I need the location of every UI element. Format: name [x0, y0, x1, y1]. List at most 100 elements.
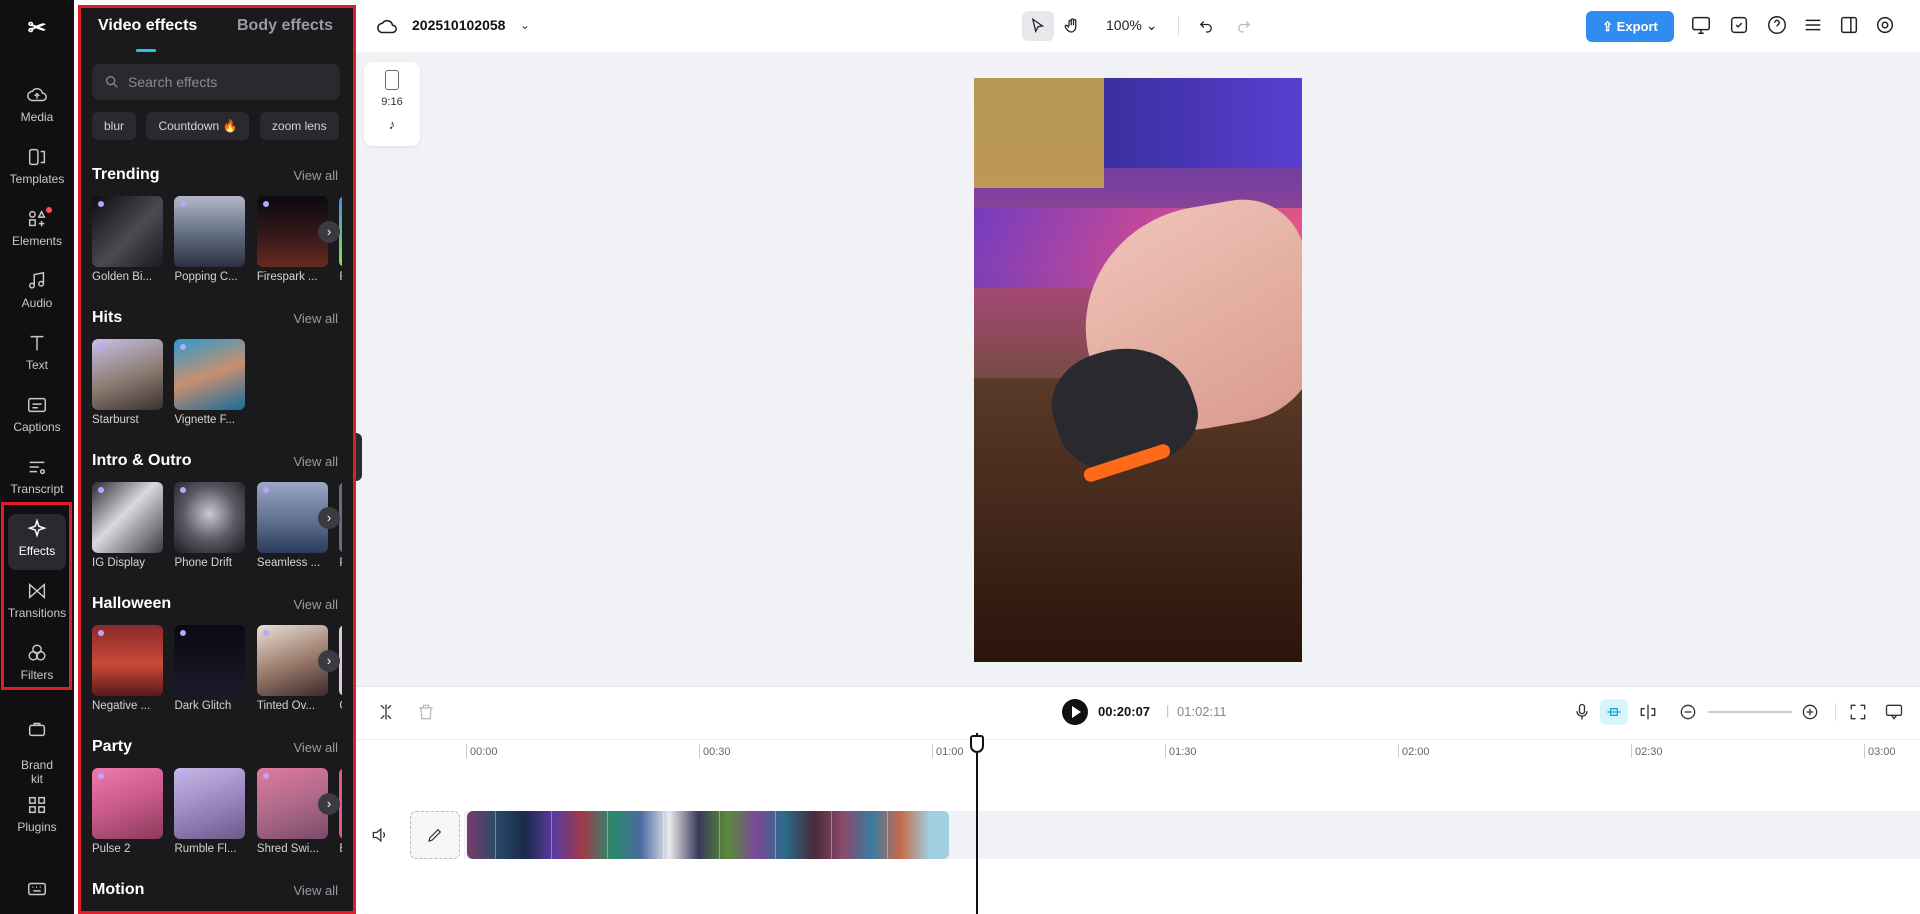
present-icon[interactable] [1690, 14, 1712, 36]
view-all-link[interactable]: View all [293, 454, 338, 469]
section-hits: Hits View all Starburst Vignette F... [92, 307, 354, 439]
grid-icon [26, 794, 48, 816]
zoom-dropdown[interactable]: 100% ⌄ [1106, 17, 1157, 34]
volume-icon[interactable] [370, 825, 390, 845]
rail-item-effects[interactable]: Effects [0, 512, 74, 572]
view-all-link[interactable]: View all [293, 311, 338, 326]
chip-zoom-lens[interactable]: zoom lens [259, 112, 339, 140]
undo-button[interactable] [1190, 11, 1222, 41]
chevron-right-icon[interactable]: › [318, 650, 340, 672]
effect-item[interactable]: Firespark ... [256, 196, 328, 283]
section-title: Trending [92, 166, 160, 183]
effect-item[interactable]: C [339, 625, 342, 712]
effect-item[interactable]: IG Display [92, 482, 163, 569]
effect-item[interactable]: Tinted Ov... [256, 625, 328, 712]
effect-item[interactable]: Golden Bi... [92, 196, 163, 283]
zoom-slider[interactable] [1708, 711, 1792, 713]
effect-item[interactable]: Seamless ... [256, 482, 328, 569]
effect-item[interactable]: Vignette F... [174, 339, 246, 426]
video-clip[interactable] [467, 811, 949, 859]
view-all-link[interactable]: View all [293, 168, 338, 183]
effect-item[interactable]: Starburst [92, 339, 163, 426]
shield-check-icon[interactable] [1728, 14, 1750, 36]
effect-item[interactable]: Be [339, 768, 342, 855]
zoom-out-icon[interactable] [1678, 702, 1698, 722]
ruler-tick: 00:30 [699, 744, 731, 758]
briefcase-icon [26, 718, 48, 740]
time-separator: | [1166, 703, 1170, 718]
help-icon[interactable] [1766, 14, 1788, 36]
playhead-handle[interactable] [970, 735, 984, 753]
effect-item[interactable]: Pulse 2 [92, 768, 163, 855]
ruler-tick: 01:30 [1165, 744, 1197, 758]
capcut-logo[interactable]: ✂ [22, 14, 52, 42]
comment-icon[interactable] [1884, 702, 1904, 722]
redo-button[interactable] [1228, 11, 1260, 41]
panel-collapse-handle[interactable] [354, 433, 362, 481]
cloud-sync-icon[interactable] [376, 16, 398, 38]
rail-item-plugins[interactable]: Plugins [0, 788, 74, 848]
chevron-right-icon[interactable]: › [318, 793, 340, 815]
tab-body-effects[interactable]: Body effects [237, 17, 333, 35]
left-rail: ✂ Media Templates Elements Audio Text Ca… [0, 0, 74, 914]
cloud-upload-icon [26, 84, 48, 106]
hand-tool-button[interactable] [1056, 11, 1088, 41]
playhead[interactable] [976, 733, 978, 914]
rail-item-templates[interactable]: Templates [0, 140, 74, 200]
export-button[interactable]: ⇪ Export [1586, 11, 1674, 42]
effect-item[interactable]: Dark Glitch [174, 625, 246, 712]
section-title: Party [92, 738, 133, 755]
timeline-ruler[interactable]: 00:00 00:30 01:00 01:30 02:00 02:30 03:0… [354, 739, 1920, 767]
effect-item[interactable]: Phone Drift [174, 482, 246, 569]
keyboard-shortcuts-button[interactable] [0, 872, 74, 902]
cover-edit-button[interactable] [410, 811, 460, 859]
settings-gear-icon[interactable] [1874, 14, 1896, 36]
chip-blur[interactable]: blur [92, 112, 137, 140]
effect-item[interactable]: Pl [339, 482, 342, 569]
view-all-link[interactable]: View all [293, 740, 338, 755]
effect-item[interactable]: Fl [339, 196, 342, 283]
effect-item[interactable]: Shred Swi... [256, 768, 328, 855]
effect-item[interactable]: Rumble Fl... [174, 768, 246, 855]
select-tool-button[interactable] [1022, 11, 1054, 41]
keyboard-icon [26, 878, 48, 900]
layout-icon[interactable] [1838, 14, 1860, 36]
rail-item-media[interactable]: Media [0, 78, 74, 138]
rail-item-transcript[interactable]: Transcript [0, 450, 74, 510]
link-split-icon[interactable] [1638, 702, 1658, 722]
trash-icon[interactable] [416, 702, 436, 722]
rail-item-elements[interactable]: Elements [0, 202, 74, 262]
chevron-right-icon[interactable]: › [318, 507, 340, 529]
microphone-icon[interactable] [1572, 702, 1592, 722]
rail-item-text[interactable]: Text [0, 326, 74, 386]
rail-item-captions[interactable]: Captions [0, 388, 74, 448]
search-input[interactable] [128, 64, 328, 100]
magnet-snap-icon[interactable] [1600, 699, 1628, 725]
view-all-link[interactable]: View all [293, 883, 338, 898]
pointer-icon [1031, 17, 1045, 34]
play-button[interactable] [1062, 699, 1088, 725]
rail-item-filters[interactable]: Filters [0, 636, 74, 696]
rail-item-audio[interactable]: Audio [0, 264, 74, 324]
layers-icon[interactable] [1802, 14, 1824, 36]
rail-item-transitions[interactable]: Transitions [0, 574, 74, 634]
chevron-down-icon[interactable]: ⌄ [520, 18, 530, 32]
chip-countdown[interactable]: Countdown 🔥 [146, 112, 250, 140]
rail-item-brand-kit[interactable]: Brand kit [0, 698, 74, 786]
chevron-right-icon[interactable]: › [318, 221, 340, 243]
zoom-in-icon[interactable] [1800, 702, 1820, 722]
section-title: Motion [92, 881, 145, 898]
upload-icon: ⇪ [1602, 19, 1617, 34]
transcript-icon [26, 456, 48, 478]
effect-item[interactable]: Negative ... [92, 625, 163, 712]
tab-video-effects[interactable]: Video effects [98, 17, 197, 35]
split-icon[interactable] [376, 702, 396, 722]
section-intro-outro: Intro & Outro View all IG Display Phone D… [92, 450, 354, 582]
view-all-link[interactable]: View all [293, 597, 338, 612]
effect-item[interactable]: Popping C... [174, 196, 246, 283]
ruler-tick: 00:00 [466, 744, 498, 758]
aspect-ratio-panel[interactable]: 9:16 ♪ [364, 62, 420, 146]
fullscreen-icon[interactable] [1848, 702, 1868, 722]
video-preview[interactable] [974, 78, 1302, 662]
project-name[interactable]: 202510102058 [412, 17, 505, 33]
